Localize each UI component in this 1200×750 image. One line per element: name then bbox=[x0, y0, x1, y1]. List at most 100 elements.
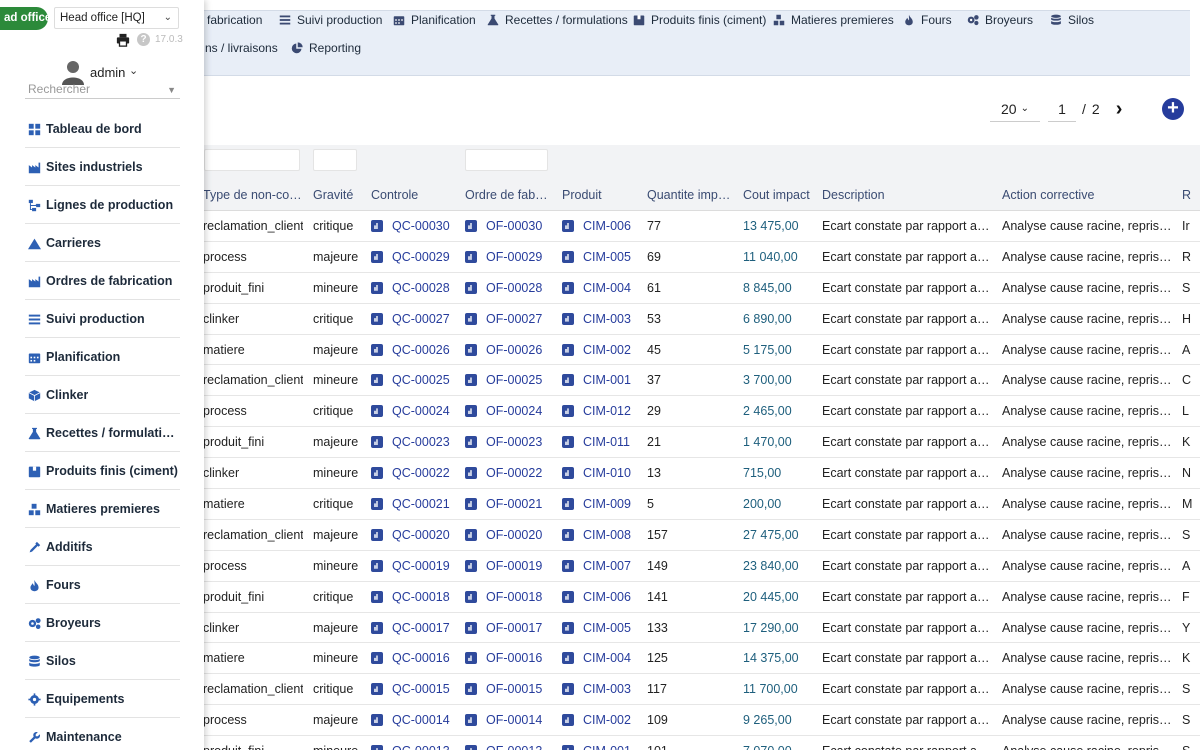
produit-link[interactable]: CIM-008 bbox=[562, 520, 644, 550]
ordre-link[interactable]: OF-00016 bbox=[465, 643, 558, 673]
ordre-link[interactable]: OF-00014 bbox=[465, 705, 558, 735]
entity-badge[interactable]: ad office bbox=[0, 7, 48, 30]
ordre-link[interactable]: OF-00028 bbox=[465, 273, 558, 303]
sidebar-item-4[interactable]: Ordres de fabrication bbox=[25, 263, 180, 300]
produit-link[interactable]: CIM-002 bbox=[562, 335, 644, 365]
sidebar-item-16[interactable]: Maintenance bbox=[25, 719, 180, 750]
topnav-item-7[interactable]: Broyeurs bbox=[967, 9, 1033, 31]
produit-link[interactable]: CIM-006 bbox=[562, 211, 644, 241]
column-header-0[interactable]: Type de non-co… bbox=[203, 179, 303, 211]
column-header-5[interactable]: Quantite imp… bbox=[647, 179, 737, 211]
topnav-item-1[interactable]: Suivi production bbox=[279, 9, 382, 31]
ordre-link[interactable]: OF-00024 bbox=[465, 396, 558, 426]
column-header-4[interactable]: Produit bbox=[562, 179, 644, 211]
topnav-item-3[interactable]: Recettes / formulations bbox=[487, 9, 628, 31]
topnav-item-0[interactable]: fabrication bbox=[207, 9, 262, 31]
sidebar-item-9[interactable]: Produits finis (ciment) bbox=[25, 453, 180, 490]
ordre-link[interactable]: OF-00029 bbox=[465, 242, 558, 272]
column-header-8[interactable]: Action corrective bbox=[1002, 179, 1177, 211]
add-record-button[interactable]: + bbox=[1162, 98, 1184, 120]
controle-link[interactable]: QC-00029 bbox=[371, 242, 461, 272]
ordre-link[interactable]: OF-00020 bbox=[465, 520, 558, 550]
controle-link[interactable]: QC-00028 bbox=[371, 273, 461, 303]
controle-link[interactable]: QC-00022 bbox=[371, 458, 461, 488]
controle-link[interactable]: QC-00016 bbox=[371, 643, 461, 673]
ordre-link[interactable]: OF-00018 bbox=[465, 582, 558, 612]
user-name[interactable]: admin bbox=[90, 65, 125, 80]
sidebar-item-8[interactable]: Recettes / formulations bbox=[25, 415, 180, 452]
topnav-item-5[interactable]: Matieres premieres bbox=[773, 9, 894, 31]
controle-link[interactable]: QC-00023 bbox=[371, 427, 461, 457]
filter-input-gravite[interactable] bbox=[313, 149, 357, 171]
controle-link[interactable]: QC-00015 bbox=[371, 674, 461, 704]
ordre-link[interactable]: OF-00027 bbox=[465, 304, 558, 334]
topnav-item-2[interactable]: Planification bbox=[393, 9, 476, 31]
page-size-select[interactable]: 20 ⌄ bbox=[990, 96, 1040, 122]
produit-link[interactable]: CIM-003 bbox=[562, 304, 644, 334]
controle-link[interactable]: QC-00013 bbox=[371, 736, 461, 750]
ordre-link[interactable]: OF-00017 bbox=[465, 613, 558, 643]
column-header-3[interactable]: Ordre de fab… bbox=[465, 179, 558, 211]
sidebar-item-6[interactable]: Planification bbox=[25, 339, 180, 376]
produit-link[interactable]: CIM-003 bbox=[562, 674, 644, 704]
column-header-7[interactable]: Description bbox=[822, 179, 997, 211]
sidebar-item-0[interactable]: Tableau de bord bbox=[25, 111, 180, 148]
print-icon[interactable] bbox=[116, 33, 130, 47]
produit-link[interactable]: CIM-005 bbox=[562, 242, 644, 272]
topnav-item-8[interactable]: Silos bbox=[1050, 9, 1094, 31]
entity-select[interactable]: Head office [HQ] ⌄ bbox=[54, 7, 179, 29]
controle-link[interactable]: QC-00014 bbox=[371, 705, 461, 735]
sidebar-item-2[interactable]: Lignes de production bbox=[25, 187, 180, 224]
sidebar-item-15[interactable]: Equipements bbox=[25, 681, 180, 718]
controle-link[interactable]: QC-00030 bbox=[371, 211, 461, 241]
produit-link[interactable]: CIM-002 bbox=[562, 705, 644, 735]
produit-link[interactable]: CIM-005 bbox=[562, 613, 644, 643]
controle-link[interactable]: QC-00025 bbox=[371, 365, 461, 395]
produit-link[interactable]: CIM-006 bbox=[562, 582, 644, 612]
sidebar-item-11[interactable]: Additifs bbox=[25, 529, 180, 566]
sidebar-item-7[interactable]: Clinker bbox=[25, 377, 180, 414]
ordre-link[interactable]: OF-00030 bbox=[465, 211, 558, 241]
produit-link[interactable]: CIM-004 bbox=[562, 273, 644, 303]
controle-link[interactable]: QC-00024 bbox=[371, 396, 461, 426]
produit-link[interactable]: CIM-011 bbox=[562, 427, 644, 457]
topnav-item-6[interactable]: Fours bbox=[903, 9, 952, 31]
controle-link[interactable]: QC-00026 bbox=[371, 335, 461, 365]
ordre-link[interactable]: OF-00025 bbox=[465, 365, 558, 395]
column-header-1[interactable]: Gravité bbox=[313, 179, 368, 211]
produit-link[interactable]: CIM-004 bbox=[562, 643, 644, 673]
filter-input-ordre[interactable] bbox=[465, 149, 548, 171]
controle-link[interactable]: QC-00027 bbox=[371, 304, 461, 334]
column-header-2[interactable]: Controle bbox=[371, 179, 461, 211]
ordre-link[interactable]: OF-00021 bbox=[465, 489, 558, 519]
ordre-link[interactable]: OF-00015 bbox=[465, 674, 558, 704]
produit-link[interactable]: CIM-012 bbox=[562, 396, 644, 426]
produit-link[interactable]: CIM-007 bbox=[562, 551, 644, 581]
ordre-link[interactable]: OF-00026 bbox=[465, 335, 558, 365]
sidebar-item-14[interactable]: Silos bbox=[25, 643, 180, 680]
sidebar-item-3[interactable]: Carrieres bbox=[25, 225, 180, 262]
controle-link[interactable]: QC-00019 bbox=[371, 551, 461, 581]
sidebar-item-10[interactable]: Matieres premieres bbox=[25, 491, 180, 528]
topnav-item-9[interactable]: ns / livraisons bbox=[205, 37, 278, 59]
current-page-input[interactable]: 1 bbox=[1048, 96, 1076, 122]
controle-link[interactable]: QC-00020 bbox=[371, 520, 461, 550]
menu-search-input[interactable]: Rechercher ▼ bbox=[25, 81, 180, 99]
ordre-link[interactable]: OF-00013 bbox=[465, 736, 558, 750]
controle-link[interactable]: QC-00018 bbox=[371, 582, 461, 612]
column-header-9[interactable]: R bbox=[1182, 179, 1200, 211]
sidebar-item-1[interactable]: Sites industriels bbox=[25, 149, 180, 186]
topnav-item-4[interactable]: Produits finis (ciment) bbox=[633, 9, 766, 31]
topnav-item-10[interactable]: Reporting bbox=[291, 37, 361, 59]
produit-link[interactable]: CIM-001 bbox=[562, 365, 644, 395]
next-page-icon[interactable]: › bbox=[1116, 98, 1123, 121]
help-icon[interactable]: ? bbox=[137, 33, 150, 46]
sidebar-item-5[interactable]: Suivi production bbox=[25, 301, 180, 338]
ordre-link[interactable]: OF-00023 bbox=[465, 427, 558, 457]
sidebar-item-13[interactable]: Broyeurs bbox=[25, 605, 180, 642]
produit-link[interactable]: CIM-001 bbox=[562, 736, 644, 750]
ordre-link[interactable]: OF-00022 bbox=[465, 458, 558, 488]
ordre-link[interactable]: OF-00019 bbox=[465, 551, 558, 581]
sidebar-item-12[interactable]: Fours bbox=[25, 567, 180, 604]
controle-link[interactable]: QC-00021 bbox=[371, 489, 461, 519]
